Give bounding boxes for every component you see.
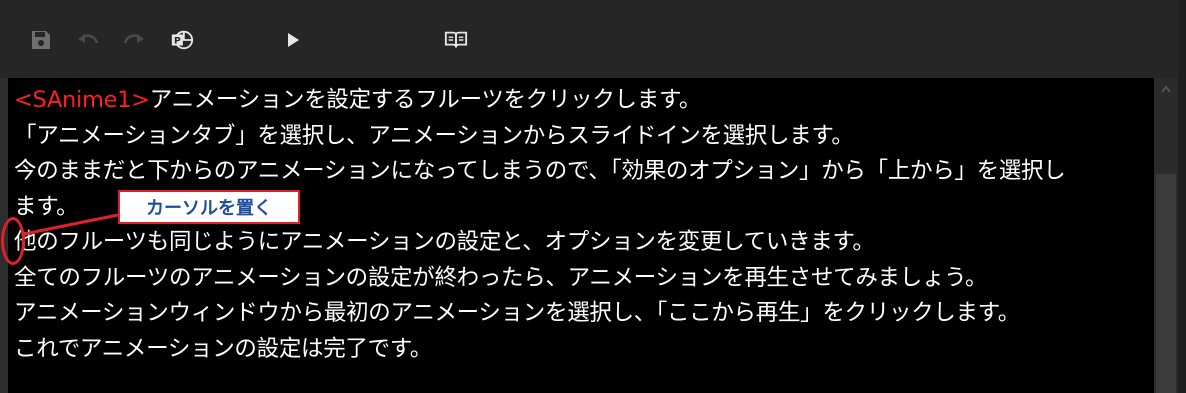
- play-icon[interactable]: [281, 28, 305, 52]
- editor-line: 全てのフルーツのアニメーションの設定が終わったら、アニメーションを再生させてみま…: [14, 264, 988, 291]
- scrollbar-thumb[interactable]: [1156, 174, 1176, 393]
- editor-line: これでアニメーションの設定は完了です。: [14, 335, 432, 362]
- redo-icon[interactable]: [122, 28, 146, 52]
- window-edge: [1178, 0, 1186, 393]
- powerpoint-icon[interactable]: P: [170, 28, 194, 52]
- save-icon[interactable]: [29, 28, 53, 52]
- callout-label: カーソルを置く: [146, 198, 272, 219]
- editor-line: 「アニメーションタブ」を選択し、アニメーションからスライドインを選択します。: [14, 122, 854, 149]
- cursor-callout: カーソルを置く: [118, 190, 300, 224]
- toolbar: P: [0, 0, 1186, 78]
- animation-tag: <SAnime1>: [14, 87, 150, 113]
- editor-line: 他のフルーツも同じようにアニメーションの設定と、オプションを変更していきます。: [14, 229, 875, 255]
- line-text: アニメーションを設定するフルーツをクリックします。: [149, 87, 702, 113]
- vertical-scrollbar[interactable]: [1154, 78, 1178, 393]
- editor-line: <SAnime1>アニメーションを設定するフルーツをクリックします。: [14, 83, 1154, 119]
- editor-lines: <SAnime1>アニメーションを設定するフルーツをクリックします。 「アニメー…: [14, 83, 1154, 367]
- book-icon[interactable]: [444, 28, 468, 52]
- script-editor[interactable]: <SAnime1>アニメーションを設定するフルーツをクリックします。 「アニメー…: [8, 78, 1154, 393]
- editor-line: アニメーションウィンドウから最初のアニメーションを選択し、「ここから再生」をクリ…: [14, 300, 1020, 326]
- scroll-up-arrow-icon[interactable]: [1154, 78, 1178, 100]
- svg-text:P: P: [174, 36, 181, 47]
- cursor-highlight-circle: [1, 217, 25, 265]
- editor-line: 今のままだと下からのアニメーションになってしまうので、「効果のオプション」から「…: [14, 158, 1066, 184]
- undo-icon[interactable]: [76, 28, 100, 52]
